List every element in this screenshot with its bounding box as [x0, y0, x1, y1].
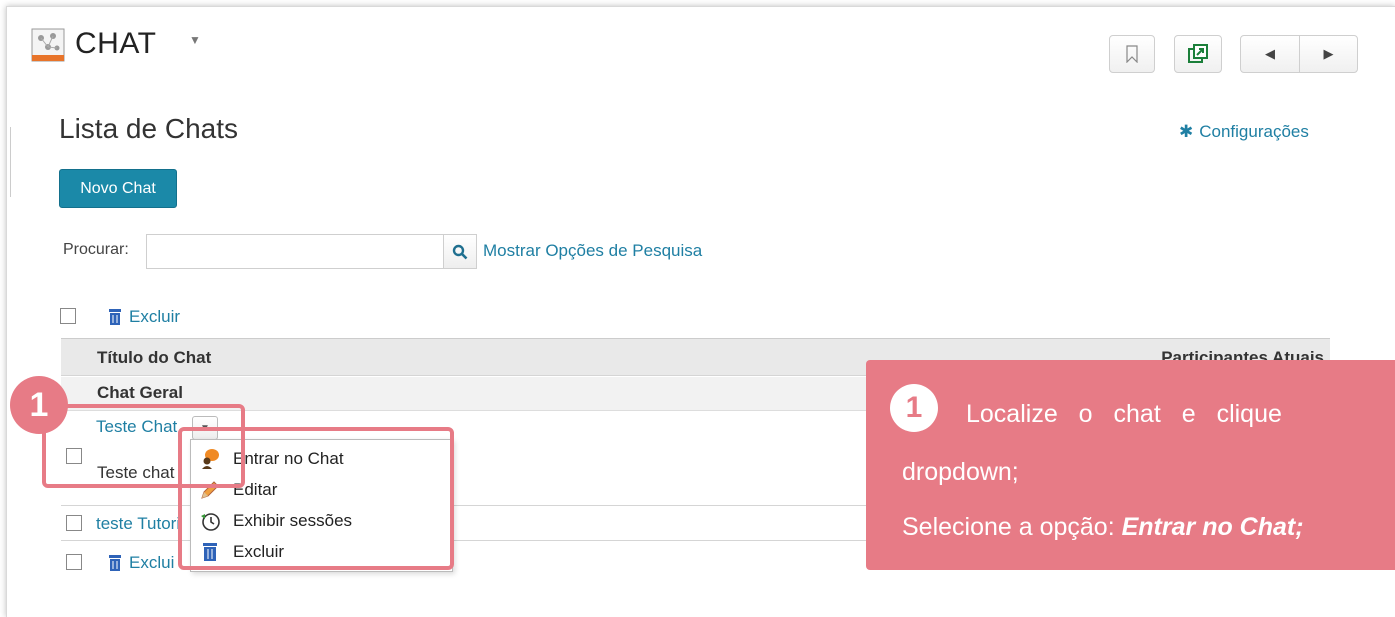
bulk-delete-top[interactable]: Excluir — [107, 307, 180, 327]
search-label: Procurar: — [63, 241, 129, 258]
instruction-callout: 1 Localize o chat e clique dropdown; Sel… — [866, 360, 1395, 570]
select-all-checkbox[interactable] — [60, 308, 76, 324]
callout-line-3: Selecione a opção: Entrar no Chat; — [902, 513, 1304, 542]
triangle-left-icon: ◀ — [1264, 46, 1275, 61]
previous-button[interactable]: ◀ — [1241, 36, 1299, 72]
settings-link[interactable]: ✱ Configurações — [1179, 122, 1309, 142]
app-title: CHAT — [75, 27, 157, 60]
gear-icon: ✱ — [1179, 122, 1194, 141]
select-all-checkbox-bottom[interactable] — [66, 554, 82, 570]
search-button[interactable] — [443, 234, 477, 269]
triangle-right-icon: ▶ — [1323, 46, 1334, 61]
title-dropdown-caret-icon[interactable]: ▼ — [189, 33, 201, 47]
popout-button[interactable] — [1174, 35, 1222, 73]
group-label: Chat Geral — [97, 383, 183, 402]
search-icon — [452, 244, 468, 259]
chat-title-link[interactable]: teste Tutori — [96, 514, 180, 534]
show-search-options-link[interactable]: Mostrar Opções de Pesquisa — [483, 241, 702, 261]
chat-app-icon — [31, 28, 65, 62]
popout-icon — [1188, 44, 1208, 63]
highlight-menu-outline — [178, 427, 454, 570]
page-title: Lista de Chats — [59, 113, 238, 144]
bulk-delete-label: Exclui — [129, 553, 175, 572]
step-marker: 1 — [10, 376, 68, 434]
bulk-delete-bottom[interactable]: Exclui — [107, 553, 174, 573]
trash-icon — [109, 555, 121, 571]
callout-line-2: dropdown; — [902, 458, 1019, 486]
column-header-title[interactable]: Título do Chat — [97, 348, 211, 368]
bookmark-icon — [1126, 45, 1138, 63]
search-input[interactable] — [146, 234, 443, 269]
next-button[interactable]: ▶ — [1298, 36, 1357, 72]
new-chat-button[interactable]: Novo Chat — [59, 169, 177, 208]
callout-step-badge: 1 — [890, 384, 938, 432]
bookmark-button[interactable] — [1109, 35, 1155, 73]
bulk-delete-label: Excluir — [129, 307, 181, 326]
trash-icon — [109, 309, 121, 325]
callout-line-1: Localize o chat e clique — [966, 400, 1282, 428]
navigation-buttons: ◀ ▶ — [1240, 35, 1358, 73]
row-checkbox[interactable] — [66, 515, 82, 531]
callout-line-3-prefix: Selecione a opção: — [902, 513, 1122, 541]
callout-line-3-emphasis: Entrar no Chat; — [1121, 513, 1304, 541]
left-edge-handle — [7, 127, 11, 197]
settings-label: Configurações — [1199, 122, 1309, 141]
